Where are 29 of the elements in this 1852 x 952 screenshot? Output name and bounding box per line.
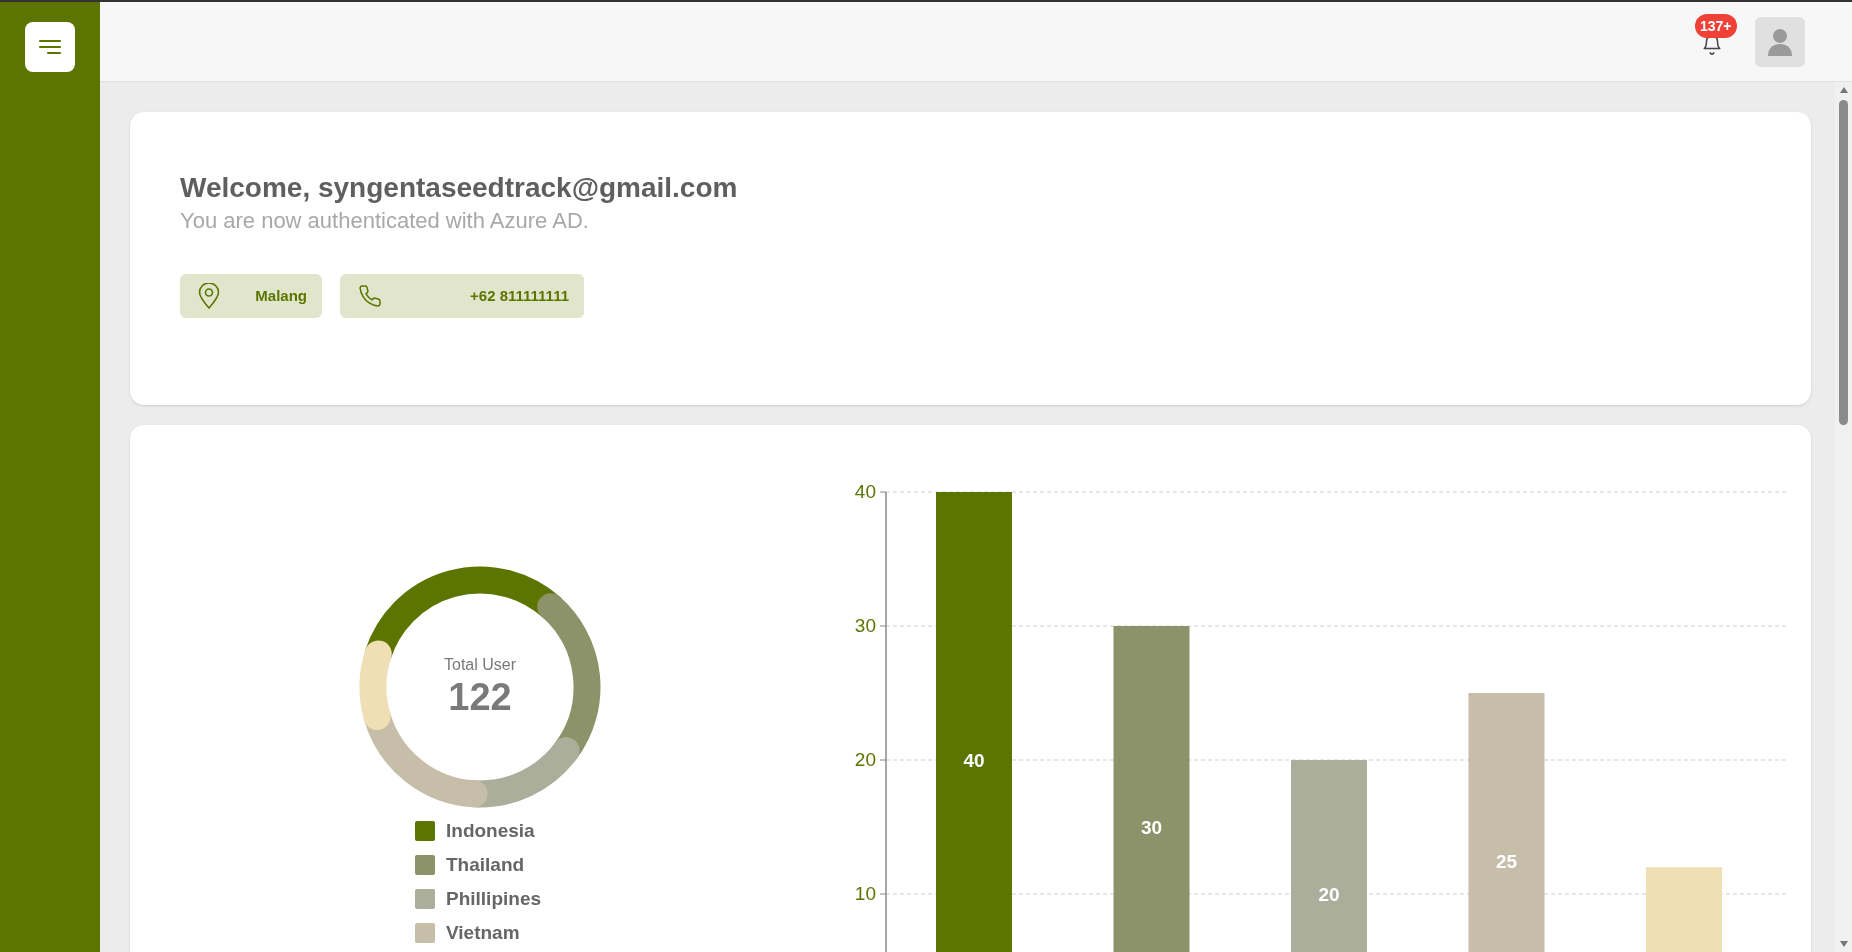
bar-value-label: 40: [963, 750, 985, 771]
location-pin-icon: [198, 283, 220, 309]
user-icon: [1767, 27, 1793, 56]
welcome-subtitle: You are now authenticated with Azure AD.: [180, 207, 590, 235]
bar-value-label: 20: [1318, 884, 1340, 905]
bar-value-label: 25: [1495, 850, 1518, 872]
avatar[interactable]: [1755, 16, 1805, 67]
legend-label: Thailand: [446, 853, 525, 876]
y-tick-label: 20: [854, 749, 876, 770]
scroll-up-icon[interactable]: [1838, 86, 1849, 94]
phone-icon: [358, 284, 382, 308]
legend-label: Indonesia: [446, 819, 535, 842]
chip-text: +62 811111111: [470, 285, 569, 306]
scrollbar-thumb[interactable]: [1839, 100, 1848, 425]
total-user-value: 122: [448, 675, 512, 719]
y-tick-label: 10: [854, 883, 876, 904]
chip-text: Malang: [255, 285, 307, 306]
legend-label: Phillipines: [446, 887, 542, 910]
scrollbar[interactable]: [1835, 82, 1852, 952]
menu-button[interactable]: [25, 22, 75, 72]
y-tick-label: 40: [854, 481, 876, 502]
bar-value-label: 30: [1140, 817, 1163, 838]
scroll-down-icon[interactable]: [1838, 940, 1849, 948]
welcome-title: Welcome, syngentaseedtrack@gmail.com: [180, 171, 739, 205]
total-user-label: Total User: [444, 655, 516, 675]
legend-label: Vietnam: [446, 921, 520, 944]
notification-badge: 137+: [1695, 13, 1737, 38]
y-tick-label: 30: [854, 615, 876, 636]
menu-icon: [38, 39, 62, 55]
